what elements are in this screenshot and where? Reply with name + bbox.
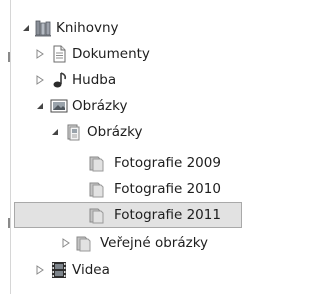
folder-icon <box>89 156 104 172</box>
tree-item-obrazky-library[interactable]: Obrázky <box>0 93 254 119</box>
expanded-arrow-icon[interactable] <box>21 23 31 33</box>
folder-icon <box>89 208 104 224</box>
tree-item-verejne-obrazky[interactable]: Veřejné obrázky <box>0 230 254 256</box>
tree-item-label: Veřejné obrázky <box>100 235 209 251</box>
documents-library-icon <box>53 45 66 63</box>
tree-item-label: Dokumenty <box>72 46 150 62</box>
tree-item-label: Fotografie 2009 <box>114 155 221 171</box>
music-library-icon <box>53 72 67 88</box>
expanded-arrow-icon[interactable] <box>50 127 60 137</box>
tree-item-label: Obrázky <box>87 124 143 140</box>
tree-item-label: Fotografie 2010 <box>114 181 221 197</box>
tree-item-fotografie-2011[interactable]: Fotografie 2011 <box>0 202 254 228</box>
tree-item-fotografie-2010[interactable]: Fotografie 2010 <box>0 176 254 202</box>
collapsed-arrow-icon[interactable] <box>35 75 45 85</box>
public-pictures-folder-icon <box>76 236 91 252</box>
tree-item-videa[interactable]: Videa <box>0 257 254 283</box>
collapsed-arrow-icon[interactable] <box>35 49 45 59</box>
tree-item-obrazky-folder[interactable]: Obrázky <box>0 119 254 145</box>
pictures-library-icon <box>50 99 68 113</box>
libraries-icon <box>35 20 51 37</box>
navigation-tree: Knihovny Dokumenty Hudba Obrázky Obrázky… <box>0 0 254 294</box>
tree-item-label: Videa <box>72 262 110 278</box>
pictures-folder-icon <box>67 124 80 141</box>
tree-item-fotografie-2009[interactable]: Fotografie 2009 <box>0 150 254 176</box>
folder-icon <box>89 182 104 198</box>
tree-item-knihovny[interactable]: Knihovny <box>0 15 254 41</box>
tree-item-label: Hudba <box>72 72 117 88</box>
tree-item-dokumenty[interactable]: Dokumenty <box>0 41 254 67</box>
tree-item-hudba[interactable]: Hudba <box>0 67 254 93</box>
tree-item-label: Obrázky <box>72 98 128 114</box>
videos-library-icon <box>52 262 66 278</box>
collapsed-arrow-icon[interactable] <box>35 265 45 275</box>
tree-item-label: Fotografie 2011 <box>114 207 221 223</box>
expanded-arrow-icon[interactable] <box>35 101 45 111</box>
collapsed-arrow-icon[interactable] <box>61 238 71 248</box>
tree-item-label: Knihovny <box>56 20 119 36</box>
